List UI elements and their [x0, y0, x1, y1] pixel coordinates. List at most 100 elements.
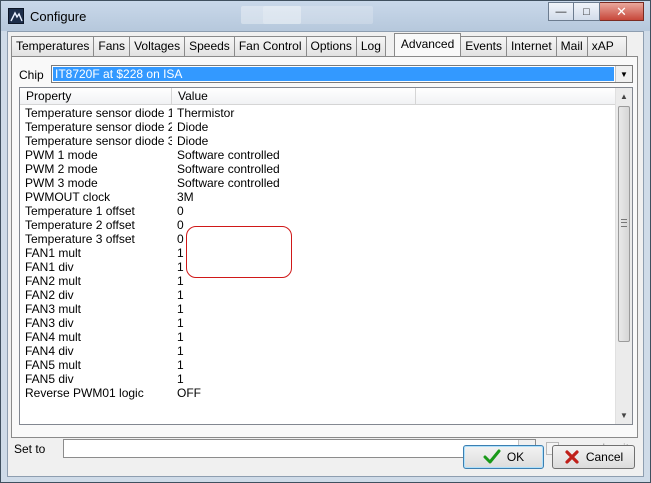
maximize-button[interactable]: □ — [574, 2, 600, 21]
list-row[interactable]: FAN2 mult 1 — [20, 274, 616, 288]
tab-advanced[interactable]: Advanced — [393, 33, 462, 56]
row-value: 1 — [177, 358, 184, 372]
x-icon — [565, 450, 579, 464]
row-property: FAN3 mult — [25, 302, 82, 316]
scroll-up-button[interactable]: ▲ — [616, 88, 632, 105]
tab-mail[interactable]: Mail — [555, 36, 588, 56]
dialog-client-area: Temperatures Fans Voltages Speeds Fan Co… — [7, 31, 644, 477]
row-property: FAN1 mult — [25, 246, 82, 260]
tab-options[interactable]: Options — [305, 36, 357, 56]
row-value: Software controlled — [177, 162, 280, 176]
row-value: Software controlled — [177, 176, 280, 190]
list-row[interactable]: PWMOUT clock 3M — [20, 190, 616, 204]
list-row[interactable]: Temperature sensor diode 3 Diode — [20, 134, 616, 148]
row-value: 0 — [177, 204, 184, 218]
row-value: 0 — [177, 232, 184, 246]
row-property: Temperature sensor diode 3 — [25, 134, 172, 148]
tab-fans[interactable]: Fans — [93, 36, 131, 56]
list-row[interactable]: Temperature sensor diode 2 Diode — [20, 120, 616, 134]
property-list[interactable]: Property Value Temperature sensor diode … — [19, 87, 633, 425]
row-value: Software controlled — [177, 148, 280, 162]
row-value: 1 — [177, 330, 184, 344]
list-row[interactable]: FAN1 mult 1 — [20, 246, 616, 260]
tab-speeds[interactable]: Speeds — [184, 36, 235, 56]
row-value: Thermistor — [177, 106, 235, 120]
title-bar[interactable]: Configure — □ ✕ — [1, 1, 650, 31]
maximize-icon: □ — [583, 5, 590, 18]
list-row[interactable]: Temperature 3 offset 0 — [20, 232, 616, 246]
row-property: FAN3 div — [25, 316, 74, 330]
column-header-empty — [416, 88, 616, 105]
column-header-property[interactable]: Property — [20, 88, 172, 105]
tab-temperatures[interactable]: Temperatures — [11, 36, 95, 56]
tab-xap[interactable]: xAP — [586, 36, 627, 56]
row-value: 1 — [177, 316, 184, 330]
row-property: FAN5 div — [25, 372, 74, 386]
tab-voltages[interactable]: Voltages — [129, 36, 186, 56]
row-property: FAN5 mult — [25, 358, 82, 372]
list-row[interactable]: FAN2 div 1 — [20, 288, 616, 302]
minimize-icon: — — [555, 5, 567, 18]
scroll-thumb[interactable] — [618, 106, 630, 342]
tab-strip: Temperatures Fans Voltages Speeds Fan Co… — [11, 33, 627, 56]
row-property: FAN4 mult — [25, 330, 82, 344]
row-property: Temperature 2 offset — [25, 218, 135, 232]
row-property: Temperature 1 offset — [25, 204, 135, 218]
list-row[interactable]: FAN4 div 1 — [20, 344, 616, 358]
app-icon — [8, 8, 24, 24]
scroll-down-button[interactable]: ▼ — [616, 407, 632, 424]
cancel-button[interactable]: Cancel — [552, 445, 635, 469]
tab-events[interactable]: Events — [460, 36, 507, 56]
list-rows: Temperature sensor diode 1 Thermistor Tem… — [20, 106, 616, 400]
row-value: 1 — [177, 246, 184, 260]
row-value: OFF — [177, 386, 201, 400]
row-property: PWM 2 mode — [25, 162, 98, 176]
row-value: 1 — [177, 288, 184, 302]
cancel-label: Cancel — [585, 450, 624, 464]
ok-button[interactable]: OK — [463, 445, 544, 469]
window-title: Configure — [30, 9, 87, 24]
row-value: 0 — [177, 218, 184, 232]
list-row[interactable]: FAN5 div 1 — [20, 372, 616, 386]
row-property: FAN1 div — [25, 260, 74, 274]
row-value: 1 — [177, 372, 184, 386]
list-row[interactable]: FAN4 mult 1 — [20, 330, 616, 344]
chip-select[interactable]: IT8720F at $228 on ISA ▼ — [51, 65, 633, 83]
tab-log[interactable]: Log — [355, 36, 386, 56]
chip-label: Chip — [19, 68, 44, 82]
row-value: Diode — [177, 134, 209, 148]
list-row[interactable]: FAN5 mult 1 — [20, 358, 616, 372]
checkmark-icon — [483, 449, 501, 464]
list-row[interactable]: PWM 3 mode Software controlled — [20, 176, 616, 190]
row-value: 1 — [177, 344, 184, 358]
grip-icon — [621, 219, 627, 227]
list-row[interactable]: FAN3 div 1 — [20, 316, 616, 330]
close-button[interactable]: ✕ — [600, 2, 644, 21]
row-property: FAN2 div — [25, 288, 74, 302]
configure-window: Configure — □ ✕ Temperatures Fans Voltag… — [0, 0, 651, 483]
ok-label: OK — [506, 450, 525, 464]
row-property: FAN4 div — [25, 344, 74, 358]
minimize-button[interactable]: — — [548, 2, 574, 21]
tab-fan-control[interactable]: Fan Control — [233, 36, 307, 56]
background-window-title — [263, 6, 373, 24]
vertical-scrollbar[interactable]: ▲ ▼ — [615, 88, 632, 424]
chip-dropdown-button[interactable]: ▼ — [615, 66, 632, 82]
row-property: Temperature sensor diode 2 — [25, 120, 172, 134]
list-row[interactable]: PWM 1 mode Software controlled — [20, 148, 616, 162]
list-row[interactable]: FAN3 mult 1 — [20, 302, 616, 316]
column-header-value[interactable]: Value — [172, 88, 416, 105]
list-row[interactable]: FAN1 div 1 — [20, 260, 616, 274]
row-value: 3M — [177, 190, 194, 204]
list-row[interactable]: Temperature 2 offset 0 — [20, 218, 616, 232]
tab-internet[interactable]: Internet — [505, 36, 557, 56]
row-value: 1 — [177, 302, 184, 316]
close-icon: ✕ — [616, 3, 627, 19]
list-row[interactable]: PWM 2 mode Software controlled — [20, 162, 616, 176]
row-value: 1 — [177, 274, 184, 288]
list-row[interactable]: Temperature 1 offset 0 — [20, 204, 616, 218]
row-property: FAN2 mult — [25, 274, 82, 288]
row-property: Temperature 3 offset — [25, 232, 135, 246]
list-row[interactable]: Reverse PWM01 logic OFF — [20, 386, 616, 400]
list-row[interactable]: Temperature sensor diode 1 Thermistor — [20, 106, 616, 120]
